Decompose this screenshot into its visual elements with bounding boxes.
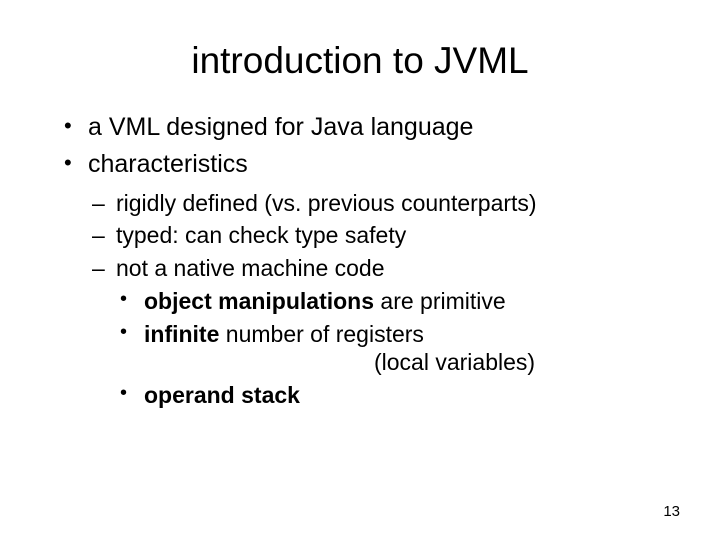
slide-body: a VML designed for Java language charact… (0, 112, 720, 410)
sub-bullet-item: not a native machine code object manipul… (88, 254, 670, 410)
plain-text: are primitive (374, 288, 506, 314)
sub-bullet-text: not a native machine code (116, 255, 385, 281)
bullet-item: characteristics rigidly defined (vs. pre… (60, 149, 670, 410)
bullet-list: a VML designed for Java language charact… (60, 112, 670, 410)
sub-bullet-text: typed: can check type safety (116, 222, 406, 248)
sub-bullet-list: rigidly defined (vs. previous counterpar… (88, 189, 670, 410)
bold-text: operand stack (144, 382, 300, 408)
bold-text: object manipulations (144, 288, 374, 314)
sub-bullet-text: rigidly defined (vs. previous counterpar… (116, 190, 537, 216)
bullet-item: a VML designed for Java language (60, 112, 670, 143)
bullet-text: characteristics (88, 150, 248, 178)
subsub-bullet-list: object manipulations are primitive infin… (116, 287, 670, 410)
sub-bullet-item: rigidly defined (vs. previous counterpar… (88, 189, 670, 218)
bold-text: infinite (144, 321, 219, 347)
sub-bullet-item: typed: can check type safety (88, 221, 670, 250)
slide-title: introduction to JVML (0, 0, 720, 112)
subsub-bullet-item: infinite number of registers (local vari… (116, 320, 670, 378)
continuation-text: (local variables) (144, 348, 670, 377)
subsub-bullet-item: operand stack (116, 381, 670, 410)
slide: introduction to JVML a VML designed for … (0, 0, 720, 540)
page-number: 13 (663, 503, 680, 520)
bullet-text: a VML designed for Java language (88, 113, 473, 141)
plain-text: number of registers (219, 321, 424, 347)
subsub-bullet-item: object manipulations are primitive (116, 287, 670, 316)
